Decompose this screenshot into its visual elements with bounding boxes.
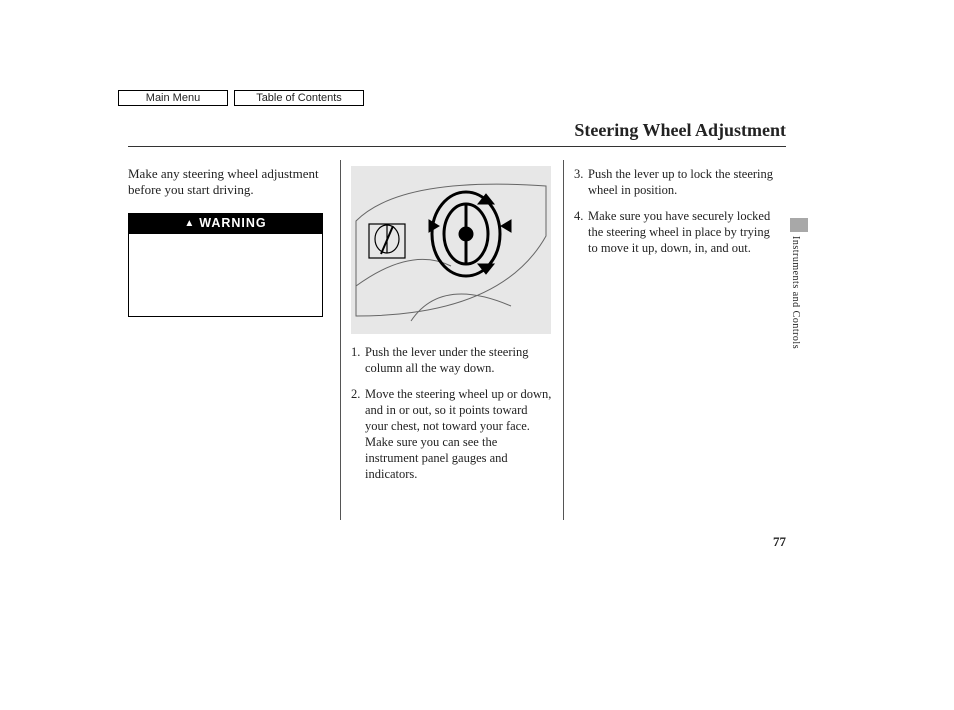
step-3-number: 3. bbox=[574, 166, 588, 198]
intro-text: Make any steering wheel adjustment befor… bbox=[128, 166, 330, 199]
page-number: 77 bbox=[773, 534, 786, 550]
step-1-number: 1. bbox=[351, 344, 365, 376]
top-nav: Main Menu Table of Contents bbox=[118, 90, 364, 106]
steering-wheel-diagram-icon bbox=[351, 166, 551, 334]
step-1: 1. Push the lever under the steering col… bbox=[351, 344, 553, 376]
step-4-text: Make sure you have securely locked the s… bbox=[588, 208, 776, 256]
warning-header: ▲ WARNING bbox=[129, 214, 322, 235]
warning-box: ▲ WARNING bbox=[128, 213, 323, 317]
main-menu-button[interactable]: Main Menu bbox=[118, 90, 228, 106]
step-1-text: Push the lever under the steering column… bbox=[365, 344, 553, 376]
column-2: 1. Push the lever under the steering col… bbox=[340, 160, 563, 520]
step-2-text: Move the steering wheel up or down, and … bbox=[365, 386, 553, 482]
content-columns: Make any steering wheel adjustment befor… bbox=[128, 160, 786, 520]
steering-illustration bbox=[351, 166, 551, 334]
step-3: 3. Push the lever up to lock the steerin… bbox=[574, 166, 776, 198]
table-of-contents-button[interactable]: Table of Contents bbox=[234, 90, 364, 106]
section-tab: Instruments and Controls bbox=[790, 218, 808, 349]
step-4: 4. Make sure you have securely locked th… bbox=[574, 208, 776, 256]
column-3: 3. Push the lever up to lock the steerin… bbox=[563, 160, 786, 520]
warning-triangle-icon: ▲ bbox=[184, 218, 195, 231]
step-2: 2. Move the steering wheel up or down, a… bbox=[351, 386, 553, 482]
step-2-number: 2. bbox=[351, 386, 365, 482]
section-tab-label: Instruments and Controls bbox=[790, 236, 801, 349]
warning-label-text: WARNING bbox=[199, 216, 266, 230]
step-3-text: Push the lever up to lock the steering w… bbox=[588, 166, 776, 198]
step-4-number: 4. bbox=[574, 208, 588, 256]
column-1: Make any steering wheel adjustment befor… bbox=[128, 160, 340, 520]
page-title: Steering Wheel Adjustment bbox=[574, 120, 786, 141]
section-tab-marker bbox=[790, 218, 808, 232]
title-rule bbox=[128, 146, 786, 147]
